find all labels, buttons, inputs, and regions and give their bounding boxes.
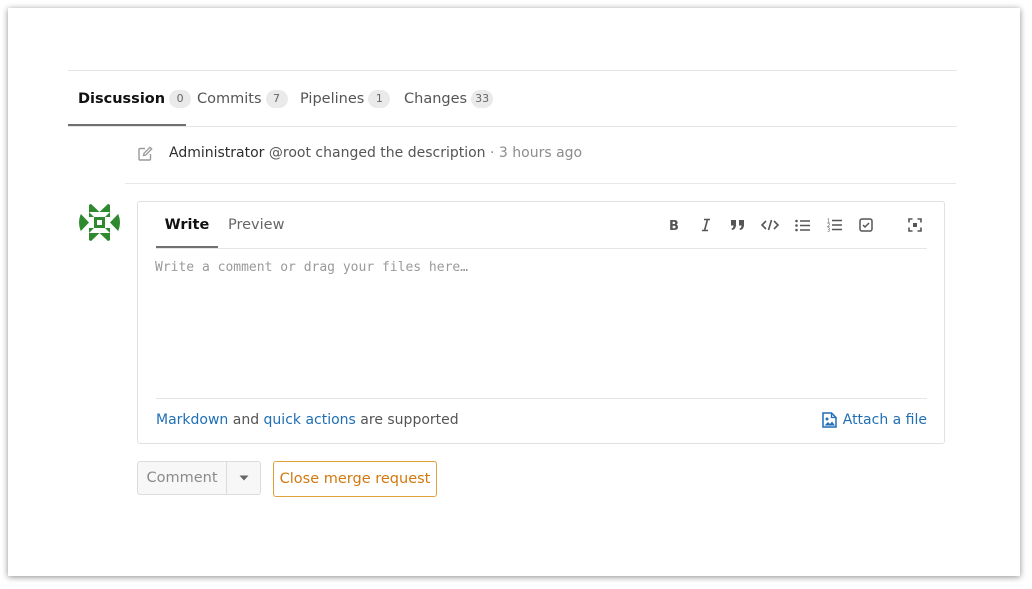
tab-preview-label: Preview [228,217,285,233]
comment-button-group: Comment [137,461,261,495]
note-timestamp: · 3 hours ago [490,145,583,161]
close-merge-request-button[interactable]: Close merge request [273,461,437,497]
avatar[interactable] [79,202,120,243]
fullscreen-icon [908,218,922,232]
code-button[interactable] [761,216,779,234]
tab-pipelines[interactable]: Pipelines 1 [300,71,391,126]
code-icon [761,219,779,231]
tab-changes-count: 33 [471,89,494,108]
tab-changes[interactable]: Changes 33 [404,71,494,126]
numbered-list-button[interactable]: 1 2 3 [825,216,843,234]
tab-pipelines-label: Pipelines [300,90,365,107]
task-list-button[interactable] [857,216,875,234]
merge-request-tabs: Discussion 0 Commits 7 Pipelines 1 Chang… [68,71,957,127]
image-file-icon [821,412,837,428]
close-merge-request-label: Close merge request [279,471,431,487]
quote-button[interactable] [729,216,747,234]
quick-actions-link[interactable]: quick actions [264,412,356,428]
editor-footer-divider [156,398,927,399]
tab-write-label: Write [164,217,210,233]
tab-changes-label: Changes [404,90,468,107]
tab-discussion[interactable]: Discussion 0 [68,71,192,126]
note-action: changed the description [315,145,486,161]
bold-icon: B [669,219,679,232]
note-author[interactable]: Administrator [169,145,264,161]
bullet-list-button[interactable] [793,216,811,234]
quote-icon [731,220,744,230]
italic-button[interactable] [697,216,715,234]
comment-button[interactable]: Comment [137,461,227,495]
tab-discussion-count: 0 [169,89,192,108]
task-list-icon [859,218,873,232]
tab-discussion-label: Discussion [78,90,166,107]
svg-text:3: 3 [827,228,830,233]
system-note: Administrator @root changed the descript… [125,127,956,184]
note-handle[interactable]: @root [269,145,311,161]
comment-editor: Write Preview B 1 2 3 Write a comment or… [137,201,945,444]
svg-text:B: B [669,219,679,232]
comment-button-label: Comment [146,470,218,486]
tab-pipelines-count: 1 [368,89,391,108]
pencil-square-icon [138,146,153,161]
italic-icon [702,218,710,232]
editor-footer-text: Markdown and quick actions are supported [156,412,459,428]
attach-file-button[interactable]: Attach a file [821,412,927,428]
fullscreen-button[interactable] [906,216,924,234]
tab-commits[interactable]: Commits 7 [197,71,288,126]
tab-write[interactable]: Write [156,202,218,248]
identicon-avatar-icon [79,202,120,243]
markdown-link[interactable]: Markdown [156,412,228,428]
bullet-list-icon [794,219,810,231]
numbered-list-icon: 1 2 3 [827,219,842,233]
bold-button[interactable]: B [665,216,683,234]
attach-file-label: Attach a file [842,412,927,428]
comment-textarea[interactable] [155,260,925,390]
tab-preview[interactable]: Preview [228,202,284,248]
system-note-text: Administrator @root changed the descript… [169,145,582,161]
tab-commits-count: 7 [265,89,288,108]
editor-divider [156,248,927,249]
caret-down-icon [239,475,248,481]
footer-and: and [232,412,260,428]
tab-commits-label: Commits [197,90,262,107]
footer-suffix: are supported [360,412,459,428]
comment-type-dropdown[interactable] [227,461,261,495]
